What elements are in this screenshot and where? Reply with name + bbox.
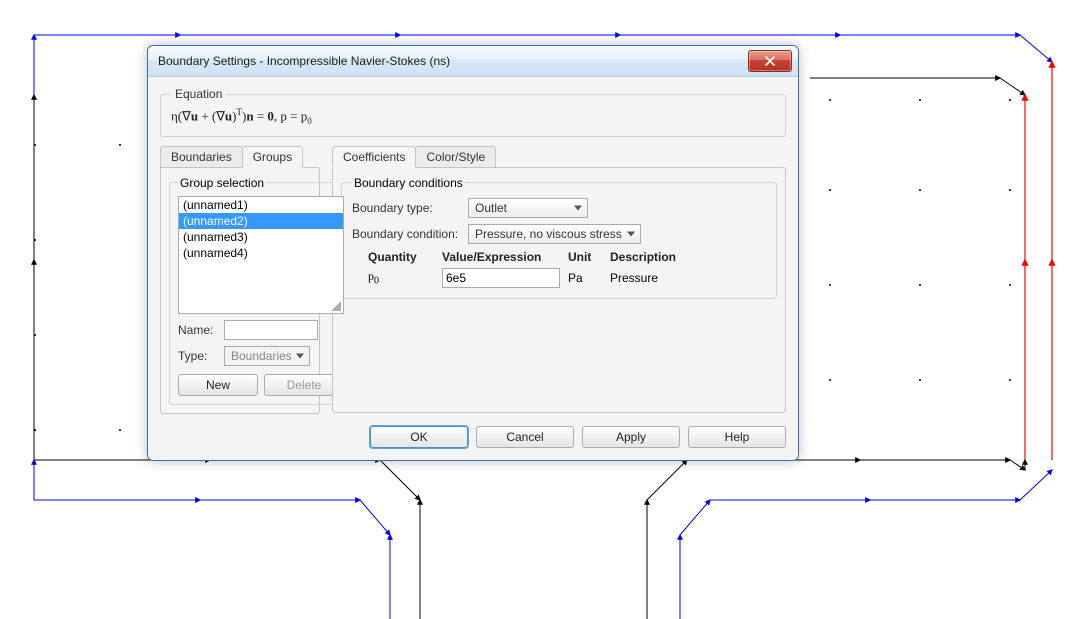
chevron-down-icon [296, 353, 304, 358]
close-icon [764, 56, 776, 66]
param-description: Pressure [610, 271, 766, 285]
boundary-condition-label: Boundary condition: [352, 227, 462, 241]
cancel-button[interactable]: Cancel [476, 426, 574, 448]
ok-button[interactable]: OK [370, 426, 468, 448]
left-tabpanel: Group selection (unnamed1) (unnamed2) (u… [160, 167, 320, 414]
help-button[interactable]: Help [688, 426, 786, 448]
left-column: Boundaries Groups Group selection (unnam… [160, 145, 320, 414]
boundary-conditions-box: Boundary conditions Boundary type: Outle… [341, 176, 777, 299]
tab-color-style[interactable]: Color/Style [415, 146, 496, 167]
param-unit: Pa [568, 271, 604, 285]
list-item[interactable]: (unnamed1) [179, 197, 343, 213]
boundary-settings-dialog: Boundary Settings - Incompressible Navie… [147, 45, 799, 461]
header-description: Description [610, 250, 766, 264]
right-tabpanel: Boundary conditions Boundary type: Outle… [332, 167, 786, 413]
dialog-body: Equation η(∇u + (∇u)T)n = 0, p = p0 Boun… [148, 77, 798, 460]
group-selection-legend: Group selection [178, 176, 266, 190]
equation-box: Equation η(∇u + (∇u)T)n = 0, p = p0 [160, 87, 786, 137]
boundary-condition-value: Pressure, no viscous stress [475, 227, 622, 241]
name-label: Name: [178, 323, 218, 337]
params-header: Quantity Value/Expression Unit Descripti… [352, 250, 766, 264]
left-tabbar: Boundaries Groups [160, 145, 320, 167]
list-item[interactable]: (unnamed4) [179, 245, 343, 261]
type-combo-value: Boundaries [231, 349, 292, 363]
close-button[interactable] [748, 50, 792, 72]
boundary-condition-combo[interactable]: Pressure, no viscous stress [468, 224, 641, 244]
equation-legend: Equation [171, 87, 226, 101]
param-quantity: p0 [352, 269, 436, 286]
apply-button[interactable]: Apply [582, 426, 680, 448]
tab-groups[interactable]: Groups [242, 146, 303, 168]
boundary-conditions-legend: Boundary conditions [352, 176, 465, 190]
new-button[interactable]: New [178, 374, 258, 396]
type-combo[interactable]: Boundaries [224, 346, 310, 366]
dialog-footer: OK Cancel Apply Help [160, 426, 786, 448]
params-row: p0 Pa Pressure [352, 268, 766, 288]
resize-grip-icon [331, 301, 341, 311]
boundary-type-combo[interactable]: Outlet [468, 198, 588, 218]
name-field[interactable] [224, 320, 318, 340]
group-listbox[interactable]: (unnamed1) (unnamed2) (unnamed3) (unname… [178, 196, 344, 314]
group-selection-box: Group selection (unnamed1) (unnamed2) (u… [169, 176, 353, 405]
boundary-type-label: Boundary type: [352, 201, 462, 215]
titlebar[interactable]: Boundary Settings - Incompressible Navie… [148, 46, 798, 77]
chevron-down-icon [627, 231, 635, 236]
boundary-type-value: Outlet [475, 201, 507, 215]
header-quantity: Quantity [352, 250, 436, 264]
right-tabbar: Coefficients Color/Style [332, 145, 786, 167]
type-label: Type: [178, 349, 218, 363]
chevron-down-icon [574, 205, 582, 210]
dialog-title: Boundary Settings - Incompressible Navie… [158, 54, 748, 68]
list-item[interactable]: (unnamed2) [179, 213, 343, 229]
equation-text: η(∇u + (∇u)T)n = 0, p = p0 [171, 107, 775, 126]
right-column: Coefficients Color/Style Boundary condit… [332, 145, 786, 413]
header-value: Value/Expression [442, 250, 562, 264]
header-unit: Unit [568, 250, 604, 264]
list-item[interactable]: (unnamed3) [179, 229, 343, 245]
tab-coefficients[interactable]: Coefficients [332, 146, 416, 168]
param-value-field[interactable] [442, 268, 560, 288]
tab-boundaries[interactable]: Boundaries [160, 146, 243, 167]
